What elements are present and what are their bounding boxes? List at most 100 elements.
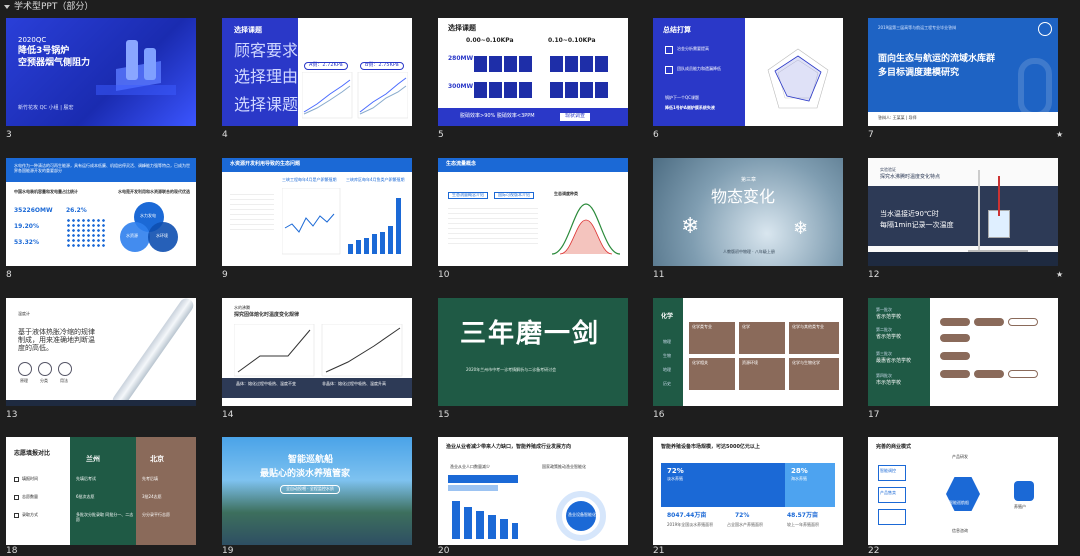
slide-thumb-17[interactable]: 第一批次 省示范学校 第二批次 省示范学校 第三批次 最惠省示范学校 第四批次 … (868, 298, 1058, 406)
university-logo (1038, 22, 1052, 36)
decor-shape (1008, 318, 1038, 326)
s12-h1: 探究水沸腾时温度变化特点 (880, 174, 941, 180)
s21-title: 智能养殖设备市场规模，可达5000亿元以上 (661, 444, 760, 450)
slide-thumb-14[interactable]: 水的沸腾 探究固体熔化时温度变化规律 晶体：熔化过程中吸热、温度不变 非晶体：熔… (222, 298, 412, 406)
slides-15-num: 18 (6, 546, 18, 556)
slides-18-num: 21 (653, 546, 665, 556)
s8-v4: 53.32% (14, 239, 39, 246)
decor-shape (940, 352, 970, 360)
s22-center: 智能巡航船 (949, 500, 969, 505)
decor-shape (448, 475, 518, 483)
radar-chart (767, 48, 829, 109)
snowflake-icon: ❄ (793, 218, 809, 239)
bell-curve-chart (551, 203, 621, 255)
star-icon: ★ (1056, 270, 1064, 279)
slide-thumb-5[interactable]: 选择课题 0.00~0.10KPa 0.10~0.10KPa 280MW 300… (438, 18, 628, 126)
decor-shape (974, 318, 1004, 326)
slides-11-num: 14 (222, 410, 234, 420)
s16-side: 化学 (661, 313, 674, 320)
s18-a1: 先填后考试 (76, 476, 96, 481)
s22-right: 养殖户 (1014, 504, 1026, 509)
slide-thumb-21[interactable]: 智能养殖设备市场规模，可达5000亿元以上 72% 淡水养殖 28% 海水养殖 … (653, 437, 843, 545)
s21-p2: 28% (791, 467, 808, 475)
slide-thumb-11[interactable]: 第三章 物态变化 人教版初中物理 · 八年级上册 ❄ ❄ (653, 158, 843, 266)
s6-r2: 团队成员能力和遗漏降低 (677, 66, 721, 71)
s5-foot: 脱硝效率>90% 脱硝效率<3PPM (460, 113, 535, 119)
s18-b3: 分分录平行志愿 (142, 512, 170, 517)
factory-illustration (96, 30, 176, 100)
s21-v2: 72% (735, 512, 750, 519)
slide-thumb-10[interactable]: 生态流量概念 生态流量概念介绍 国际可视版本介绍 生态调度种类 (438, 158, 628, 266)
slide-thumb-3[interactable]: 2020QC 降低3号锅炉 空预器烟气侧阻力 新竹花攻 QC 小组 | 殷宏 (6, 18, 196, 126)
s21-d3: 较上一年养殖面积 (787, 522, 819, 527)
s18-r2: 志愿数量 (22, 494, 38, 499)
slide-thumb-7[interactable]: 2019届第三届高等与航运工程专业毕业答辩 面向生态与航运的流域水库群 多目标调… (868, 18, 1058, 126)
s18-r1: 填报时间 (22, 476, 38, 481)
decor-shape (940, 318, 970, 326)
s22-left1: 智能调控 (880, 468, 896, 473)
slide-thumb-20[interactable]: 渔业从业者减少带来人力缺口，智能养殖成行业发展方向 渔业从业人口数量减少 国家政… (438, 437, 628, 545)
decor-shape (940, 334, 970, 342)
slide-thumb-6[interactable]: 总结打算 冶金分析需要提高 团队成员能力和遗漏降低 锅炉下一个QC课题 降低1号… (653, 18, 843, 126)
s13-text: 基于液体热胀冷缩的规律制成，用来准确地判断温度的高低。 (18, 328, 95, 353)
slide-thumb-8[interactable]: 水电作为一种清洁的可再生能源，具有运行成本低廉、机组启停灵活、调峰能力强等特点，… (6, 158, 196, 266)
s15-sub: 2020年兰州市中考一诊考情解析与二诊备考研讨会 (466, 367, 557, 372)
slides-1-num: 4 (222, 130, 228, 140)
bar-chart (452, 501, 518, 539)
s18-a3: 多批次分批录取 同批分一、二志愿 (76, 512, 134, 522)
decor-shape (665, 46, 673, 54)
decor-shape (448, 485, 498, 491)
s8-rt: 水电是开发利用和水资源联合的现代优选 (118, 189, 190, 194)
slide-title: 选择课题 (234, 26, 262, 34)
slide-thumb-15[interactable]: 三年磨一剑 2020年兰州市中考一诊考情解析与二诊备考研讨会 (438, 298, 628, 406)
slide-thumb-16[interactable]: 化学 物理 生物 地理 历史 化学类专业 化学 化学与其他类专业 化学相关 资源… (653, 298, 843, 406)
decor-shape (448, 204, 538, 244)
decor-shape (974, 370, 1004, 378)
s17-g2: 第二批次 (876, 327, 892, 332)
slide-thumb-12[interactable]: 实验验证 探究水沸腾时温度变化特点 当水温接近90℃时 每隔1min记录一次温度 (868, 158, 1058, 266)
decor-shape (878, 509, 906, 525)
s11-pre: 第三章 (741, 177, 757, 183)
slide-title-line1: 降低3号锅炉 (18, 46, 70, 56)
s13-pre: 温度计 (18, 311, 30, 316)
slides-13-num: 16 (653, 410, 665, 420)
s16-s3: 地理 (663, 367, 671, 372)
s21-v1: 8047.44万亩 (667, 512, 707, 519)
slide-thumb-18[interactable]: 志愿填报对比 兰州 北京 填报时间 志愿数量 录取方式 先填后考试 6批次志愿 … (6, 437, 196, 545)
s16-s1: 物理 (663, 339, 671, 344)
slide-thumb-4[interactable]: 选择课题 顾客要求 选择理由 选择课题 A侧：2.72KPa B侧：2.75KP… (222, 18, 412, 126)
collapse-arrow-icon[interactable] (4, 4, 10, 9)
s21-l1: 淡水养殖 (667, 476, 683, 481)
section-title: 学术型PPT（部分） (14, 2, 94, 12)
slide-thumb-22[interactable]: 完善的商业模式 产品研发 智能巡航船 信息咨询 智能调控 产品售卖 养殖户 (868, 437, 1058, 545)
decor-shape (868, 252, 1058, 266)
s14-pre: 水的沸腾 (234, 305, 250, 310)
line-charts (302, 72, 408, 119)
slide-thumb-13[interactable]: 温度计 基于液体热胀冷缩的规律制成，用来准确地判断温度的高低。 原理 分类 用法 (6, 298, 196, 406)
decor-shape (474, 82, 534, 98)
s4-pill1: A侧：2.72KPa (304, 62, 348, 70)
slides-8-num: 11 (653, 270, 665, 280)
slide-title: 三年磨一剑 (460, 319, 601, 349)
slides-2-num: 5 (438, 130, 444, 140)
s21-d1: 2019年全国淡水养殖面积 (667, 522, 714, 527)
decor-shape (1008, 370, 1038, 378)
s18-title: 志愿填报对比 (14, 450, 51, 457)
decor-shape (6, 400, 196, 406)
slide-thumb-19[interactable]: 智能巡航船 最贴心的淡水养殖管家 全自动投喂 · 全程监控水质 (222, 437, 412, 545)
s11-sub: 人教版初中物理 · 八年级上册 (723, 249, 775, 254)
decor-shape (978, 170, 980, 250)
s12-line2: 每隔1min记录一次温度 (880, 221, 954, 229)
s6-title: 总结打算 (663, 26, 691, 34)
s14-c2: 非晶体：熔化过程中吸热、温度升高 (322, 381, 386, 386)
star-icon: ★ (1056, 130, 1064, 139)
slide-thumb-9[interactable]: 水资源开发利用导致的生态问题 三峡工程每年4月是产卵繁殖期 三峡库区每年4月鱼类… (222, 158, 412, 266)
s4-h2: 选择理由 (234, 67, 299, 86)
s21-v3: 48.57万亩 (787, 512, 818, 519)
s19-line2: 最贴心的淡水养殖管家 (260, 469, 351, 479)
slide-footer: 新竹花攻 QC 小组 | 殷宏 (18, 105, 74, 111)
decor-shape (144, 48, 156, 80)
s8-c1: 水力发电 (140, 213, 156, 218)
decor-shape (550, 56, 610, 72)
slide-title-line2: 空预器烟气侧阻力 (18, 58, 91, 68)
